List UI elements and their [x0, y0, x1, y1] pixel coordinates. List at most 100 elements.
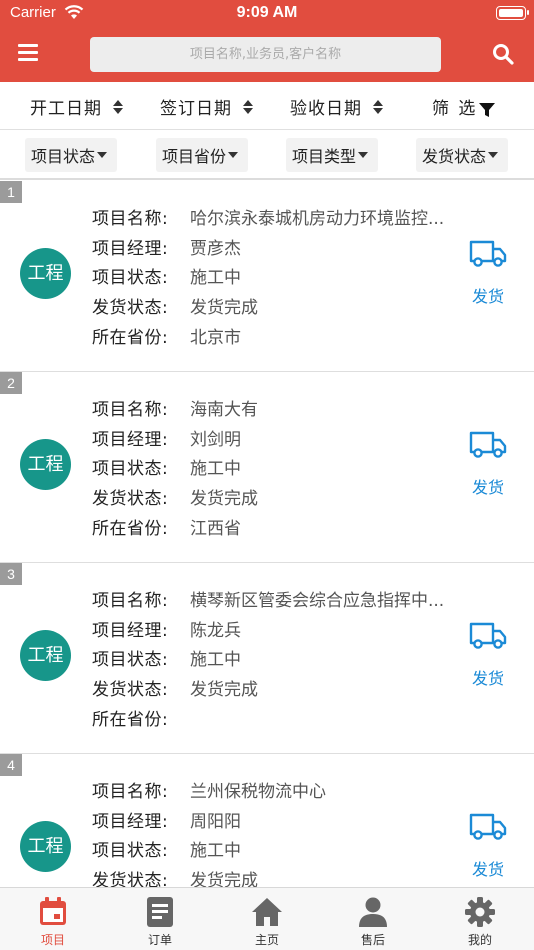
field-name: 项目名称: 兰州保税物流中心 — [92, 777, 326, 802]
card-index: 4 — [0, 754, 22, 776]
ship-button[interactable]: 发货 — [466, 619, 510, 699]
field-label: 所在省份: — [92, 519, 169, 539]
field-label: 发货状态: — [92, 298, 169, 318]
project-card[interactable]: 3 工程 项目名称: 横琴新区管委会综合应急指挥中... 项目经理: 陈龙兵 项目状… — [0, 563, 534, 754]
top-header: Carrier 9:09 AM — [0, 0, 534, 82]
tab-label: 订单 — [147, 933, 172, 947]
caret-down-icon — [488, 152, 499, 158]
ship-button[interactable]: 发货 — [466, 810, 510, 887]
filter-toggle-label: 筛 选 — [432, 99, 478, 119]
filter-toggle[interactable]: 筛 选 — [432, 94, 496, 119]
project-list: 1 工程 项目名称: 哈尔滨永泰城机房动力环境监控... 项目经理: 贾彦杰 项目状… — [0, 181, 534, 887]
delivery-status: 发货完成 — [190, 489, 258, 508]
card-index: 2 — [0, 372, 22, 394]
sort-arrows-icon — [113, 99, 123, 114]
project-status: 施工中 — [190, 841, 241, 860]
project-card[interactable]: 2 工程 项目名称: 海南大有 项目经理: 刘剑明 项目状态: 施工中 发货状态: 发货… — [0, 372, 534, 563]
filter-bar: 项目状态 项目省份 项目类型 发货状态 — [0, 130, 534, 180]
filter-project-status[interactable]: 项目状态 — [25, 138, 117, 172]
project-manager: 陈龙兵 — [190, 621, 241, 640]
project-name: 兰州保税物流中心 — [190, 782, 326, 801]
clock: 9:09 AM — [236, 4, 298, 21]
project-type-badge: 工程 — [20, 630, 71, 681]
status-bar: Carrier 9:09 AM — [0, 0, 534, 28]
delivery-status: 发货完成 — [190, 871, 258, 887]
project-status: 施工中 — [190, 459, 241, 478]
field-status: 项目状态: 施工中 — [92, 454, 241, 479]
field-label: 项目名称: — [92, 400, 169, 420]
project-manager: 贾彦杰 — [190, 239, 241, 258]
field-status: 项目状态: 施工中 — [92, 836, 241, 861]
field-label: 项目经理: — [92, 430, 169, 450]
filter-label: 项目类型 — [292, 147, 357, 166]
filter-delivery-status[interactable]: 发货状态 — [416, 138, 508, 172]
province: 北京市 — [190, 328, 241, 347]
ship-button[interactable]: 发货 — [466, 428, 510, 508]
filter-project-province[interactable]: 项目省份 — [156, 138, 248, 172]
field-label: 项目名称: — [92, 209, 169, 229]
field-label: 项目状态: — [92, 841, 169, 861]
sort-bar: 开工日期 签订日期 验收日期 筛 选 — [0, 82, 534, 130]
field-label: 项目名称: — [92, 591, 169, 611]
field-manager: 项目经理: 周阳阳 — [92, 807, 241, 832]
project-card[interactable]: 4 工程 项目名称: 兰州保税物流中心 项目经理: 周阳阳 项目状态: 施工中 发货状… — [0, 754, 534, 887]
tab-label: 我的 — [467, 933, 492, 947]
truck-icon — [469, 622, 507, 649]
field-label: 项目状态: — [92, 459, 169, 479]
ship-label: 发货 — [471, 287, 504, 306]
sort-arrows-icon — [243, 99, 253, 114]
field-manager: 项目经理: 陈龙兵 — [92, 616, 241, 641]
field-label: 项目状态: — [92, 268, 169, 288]
field-delivery: 发货状态: 发货完成 — [92, 866, 258, 887]
field-label: 发货状态: — [92, 871, 169, 887]
province: 江西省 — [190, 519, 241, 538]
sort-label: 验收日期 — [290, 99, 362, 119]
sort-accept-date[interactable]: 验收日期 — [290, 94, 384, 119]
tab-label: 项目 — [40, 933, 65, 947]
field-name: 项目名称: 哈尔滨永泰城机房动力环境监控... — [92, 204, 445, 229]
field-delivery: 发货状态: 发货完成 — [92, 484, 258, 509]
field-label: 项目经理: — [92, 239, 169, 259]
project-type-badge: 工程 — [20, 821, 71, 872]
home-icon — [252, 898, 282, 926]
field-label: 所在省份: — [92, 328, 169, 348]
tab-label: 售后 — [360, 933, 385, 947]
gear-icon — [465, 897, 495, 927]
person-icon — [359, 897, 387, 927]
menu-button[interactable] — [18, 44, 38, 62]
field-label: 项目名称: — [92, 782, 169, 802]
tab-label: 主页 — [254, 933, 279, 947]
project-status: 施工中 — [190, 650, 241, 669]
truck-icon — [469, 240, 507, 267]
project-type-badge: 工程 — [20, 439, 71, 490]
search-input[interactable] — [90, 37, 441, 72]
field-manager: 项目经理: 刘剑明 — [92, 425, 241, 450]
card-index: 1 — [0, 181, 22, 203]
field-delivery: 发货状态: 发货完成 — [92, 675, 258, 700]
sort-sign-date[interactable]: 签订日期 — [160, 94, 254, 119]
delivery-status: 发货完成 — [190, 680, 258, 699]
ship-label: 发货 — [471, 860, 504, 879]
card-index: 3 — [0, 563, 22, 585]
tab-home[interactable]: 主页 — [214, 888, 320, 950]
sort-start-date[interactable]: 开工日期 — [30, 94, 124, 119]
field-manager: 项目经理: 贾彦杰 — [92, 234, 241, 259]
ship-button[interactable]: 发货 — [466, 237, 510, 317]
ship-label: 发货 — [471, 478, 504, 497]
tab-profile[interactable]: 我的 — [427, 888, 533, 950]
document-icon — [147, 897, 173, 927]
field-province: 所在省份: 北京市 — [92, 323, 241, 348]
project-status: 施工中 — [190, 268, 241, 287]
delivery-status: 发货完成 — [190, 298, 258, 317]
tab-orders[interactable]: 订单 — [107, 888, 213, 950]
search-icon[interactable] — [492, 43, 514, 65]
truck-icon — [469, 813, 507, 840]
field-status: 项目状态: 施工中 — [92, 645, 241, 670]
project-card[interactable]: 1 工程 项目名称: 哈尔滨永泰城机房动力环境监控... 项目经理: 贾彦杰 项目状… — [0, 181, 534, 372]
project-name: 哈尔滨永泰城机房动力环境监控... — [190, 209, 445, 228]
filter-label: 项目省份 — [162, 147, 227, 166]
tab-after-sales[interactable]: 售后 — [320, 888, 426, 950]
filter-project-type[interactable]: 项目类型 — [286, 138, 378, 172]
tab-projects[interactable]: 项目 — [0, 888, 106, 950]
project-name: 海南大有 — [190, 400, 258, 419]
